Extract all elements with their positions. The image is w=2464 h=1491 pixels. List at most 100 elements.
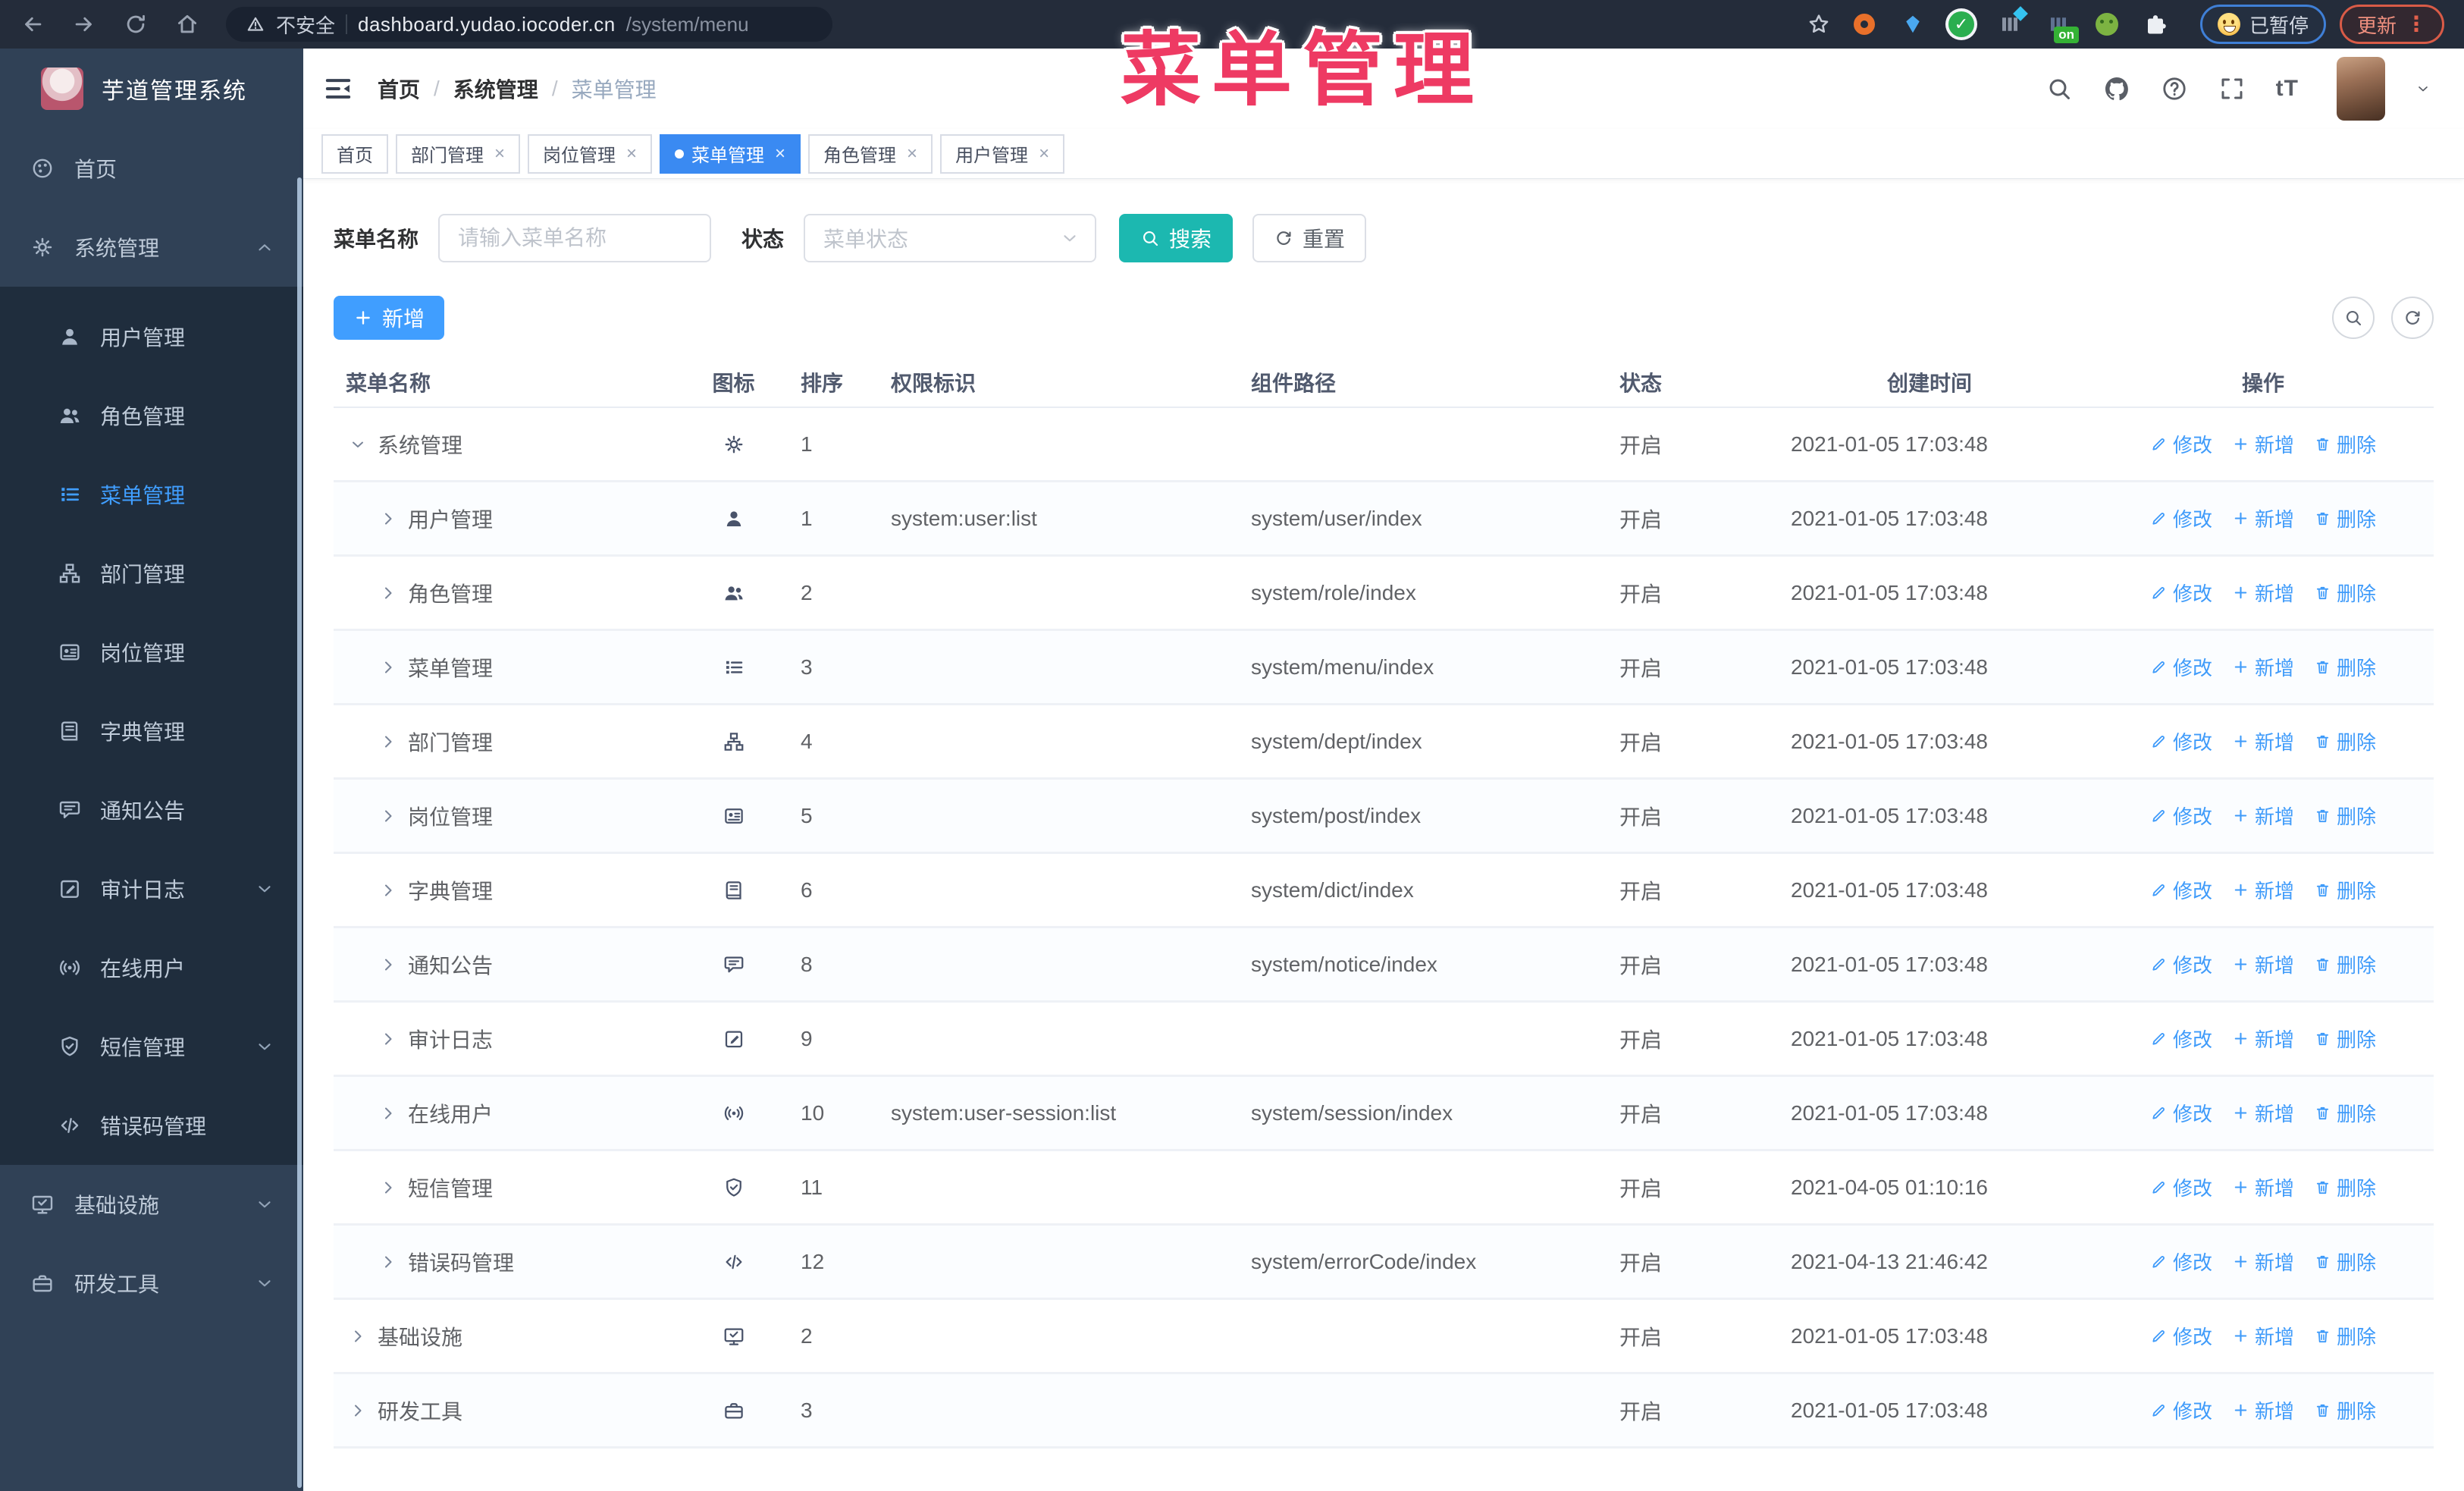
chevron-right-icon[interactable]: [379, 807, 397, 825]
caret-down-icon[interactable]: [349, 435, 367, 454]
chevron-right-icon[interactable]: [349, 1327, 367, 1345]
row-add-link[interactable]: 新增: [2232, 653, 2294, 681]
row-delete-link[interactable]: 删除: [2314, 802, 2376, 830]
sidebar-item-菜单管理[interactable]: 菜单管理: [0, 455, 303, 534]
tab-close-icon[interactable]: ×: [1039, 143, 1049, 165]
row-delete-link[interactable]: 删除: [2314, 1173, 2376, 1201]
row-edit-link[interactable]: 修改: [2150, 802, 2212, 830]
row-edit-link[interactable]: 修改: [2150, 727, 2212, 755]
row-edit-link[interactable]: 修改: [2150, 1173, 2212, 1201]
row-add-link[interactable]: 新增: [2232, 727, 2294, 755]
github-icon[interactable]: [2103, 75, 2130, 102]
row-add-link[interactable]: 新增: [2232, 1173, 2294, 1201]
fullscreen-icon[interactable]: [2218, 75, 2246, 102]
search-button[interactable]: 搜索: [1119, 214, 1234, 262]
tab-菜单管理[interactable]: 菜单管理 ×: [660, 133, 801, 174]
row-delete-link[interactable]: 删除: [2314, 1025, 2376, 1053]
reload-icon[interactable]: [123, 11, 149, 37]
row-add-link[interactable]: 新增: [2232, 1248, 2294, 1276]
sidebar-scrollbar[interactable]: [297, 177, 302, 1488]
tab-角色管理[interactable]: 角色管理 ×: [808, 133, 933, 174]
sidebar-item-首页[interactable]: 首页: [0, 129, 303, 208]
caret-down-icon[interactable]: [2415, 81, 2431, 96]
menu-name-input[interactable]: [438, 214, 712, 262]
row-edit-link[interactable]: 修改: [2150, 1396, 2212, 1424]
row-delete-link[interactable]: 删除: [2314, 1248, 2376, 1276]
row-add-link[interactable]: 新增: [2232, 802, 2294, 830]
extension-on-icon[interactable]: on: [2045, 11, 2079, 43]
row-add-link[interactable]: 新增: [2232, 504, 2294, 532]
row-add-link[interactable]: 新增: [2232, 579, 2294, 607]
chevron-right-icon[interactable]: [349, 1402, 367, 1420]
chevron-right-icon[interactable]: [379, 658, 397, 676]
row-delete-link[interactable]: 删除: [2314, 876, 2376, 904]
tab-close-icon[interactable]: ×: [494, 143, 505, 165]
row-add-link[interactable]: 新增: [2232, 1396, 2294, 1424]
row-edit-link[interactable]: 修改: [2150, 950, 2212, 978]
row-edit-link[interactable]: 修改: [2150, 1099, 2212, 1127]
forward-icon[interactable]: [71, 11, 97, 37]
extension-frog-icon[interactable]: [2094, 11, 2120, 37]
row-delete-link[interactable]: 删除: [2314, 727, 2376, 755]
font-size-icon[interactable]: tT: [2276, 76, 2299, 102]
address-bar[interactable]: 不安全 dashboard.yudao.iocoder.cn/system/me…: [226, 7, 832, 42]
row-edit-link[interactable]: 修改: [2150, 504, 2212, 532]
sidebar-item-角色管理[interactable]: 角色管理: [0, 376, 303, 455]
back-icon[interactable]: [20, 11, 45, 37]
tab-岗位管理[interactable]: 岗位管理 ×: [528, 133, 653, 174]
row-edit-link[interactable]: 修改: [2150, 1025, 2212, 1053]
status-select[interactable]: 菜单状态: [804, 214, 1097, 262]
sidebar-item-短信管理[interactable]: 短信管理: [0, 1007, 303, 1086]
tab-close-icon[interactable]: ×: [775, 143, 785, 165]
row-delete-link[interactable]: 删除: [2314, 1322, 2376, 1350]
row-edit-link[interactable]: 修改: [2150, 1322, 2212, 1350]
tab-用户管理[interactable]: 用户管理 ×: [940, 133, 1065, 174]
logo-row[interactable]: 芋道管理系统: [0, 49, 303, 129]
chevron-right-icon[interactable]: [379, 1253, 397, 1271]
row-add-link[interactable]: 新增: [2232, 950, 2294, 978]
update-button[interactable]: 更新 ⋮: [2339, 5, 2444, 44]
search-icon[interactable]: [2045, 75, 2073, 102]
sidebar-item-部门管理[interactable]: 部门管理: [0, 534, 303, 613]
avatar[interactable]: [2337, 57, 2385, 121]
home-icon[interactable]: [174, 11, 200, 37]
sidebar-item-审计日志[interactable]: 审计日志: [0, 849, 303, 928]
extension-gem-icon[interactable]: [1900, 11, 1926, 37]
row-add-link[interactable]: 新增: [2232, 1322, 2294, 1350]
row-delete-link[interactable]: 删除: [2314, 1099, 2376, 1127]
sidebar-item-通知公告[interactable]: 通知公告: [0, 771, 303, 849]
tab-首页[interactable]: 首页: [321, 133, 388, 174]
tab-部门管理[interactable]: 部门管理 ×: [396, 133, 521, 174]
row-delete-link[interactable]: 删除: [2314, 504, 2376, 532]
row-delete-link[interactable]: 删除: [2314, 579, 2376, 607]
row-edit-link[interactable]: 修改: [2150, 430, 2212, 458]
sidebar-item-错误码管理[interactable]: 错误码管理: [0, 1086, 303, 1165]
row-edit-link[interactable]: 修改: [2150, 579, 2212, 607]
breadcrumb-home[interactable]: 首页: [378, 74, 420, 104]
row-delete-link[interactable]: 删除: [2314, 950, 2376, 978]
extension-donut-icon[interactable]: [1851, 11, 1877, 37]
tab-close-icon[interactable]: ×: [626, 143, 637, 165]
menu-dots-icon[interactable]: ⋮: [2406, 14, 2427, 35]
row-add-link[interactable]: 新增: [2232, 430, 2294, 458]
sidebar-item-岗位管理[interactable]: 岗位管理: [0, 613, 303, 692]
chevron-right-icon[interactable]: [379, 956, 397, 974]
extension-columns-icon[interactable]: [1997, 6, 2028, 37]
bookmark-star-icon[interactable]: [1806, 11, 1832, 37]
sidebar-item-系统管理[interactable]: 系统管理: [0, 208, 303, 287]
breadcrumb-system[interactable]: 系统管理: [453, 74, 538, 104]
sidebar-item-用户管理[interactable]: 用户管理: [0, 297, 303, 376]
extension-puzzle-icon[interactable]: [2143, 11, 2168, 37]
sidebar-item-字典管理[interactable]: 字典管理: [0, 692, 303, 771]
sidebar-item-研发工具[interactable]: 研发工具: [0, 1244, 303, 1323]
chevron-right-icon[interactable]: [379, 1104, 397, 1122]
row-add-link[interactable]: 新增: [2232, 1099, 2294, 1127]
row-delete-link[interactable]: 删除: [2314, 1396, 2376, 1424]
chevron-right-icon[interactable]: [379, 733, 397, 751]
refresh-button[interactable]: [2391, 297, 2434, 339]
sidebar-item-在线用户[interactable]: 在线用户: [0, 928, 303, 1007]
add-button[interactable]: 新增: [334, 296, 445, 340]
hamburger-icon[interactable]: [323, 74, 353, 104]
row-edit-link[interactable]: 修改: [2150, 876, 2212, 904]
row-add-link[interactable]: 新增: [2232, 876, 2294, 904]
